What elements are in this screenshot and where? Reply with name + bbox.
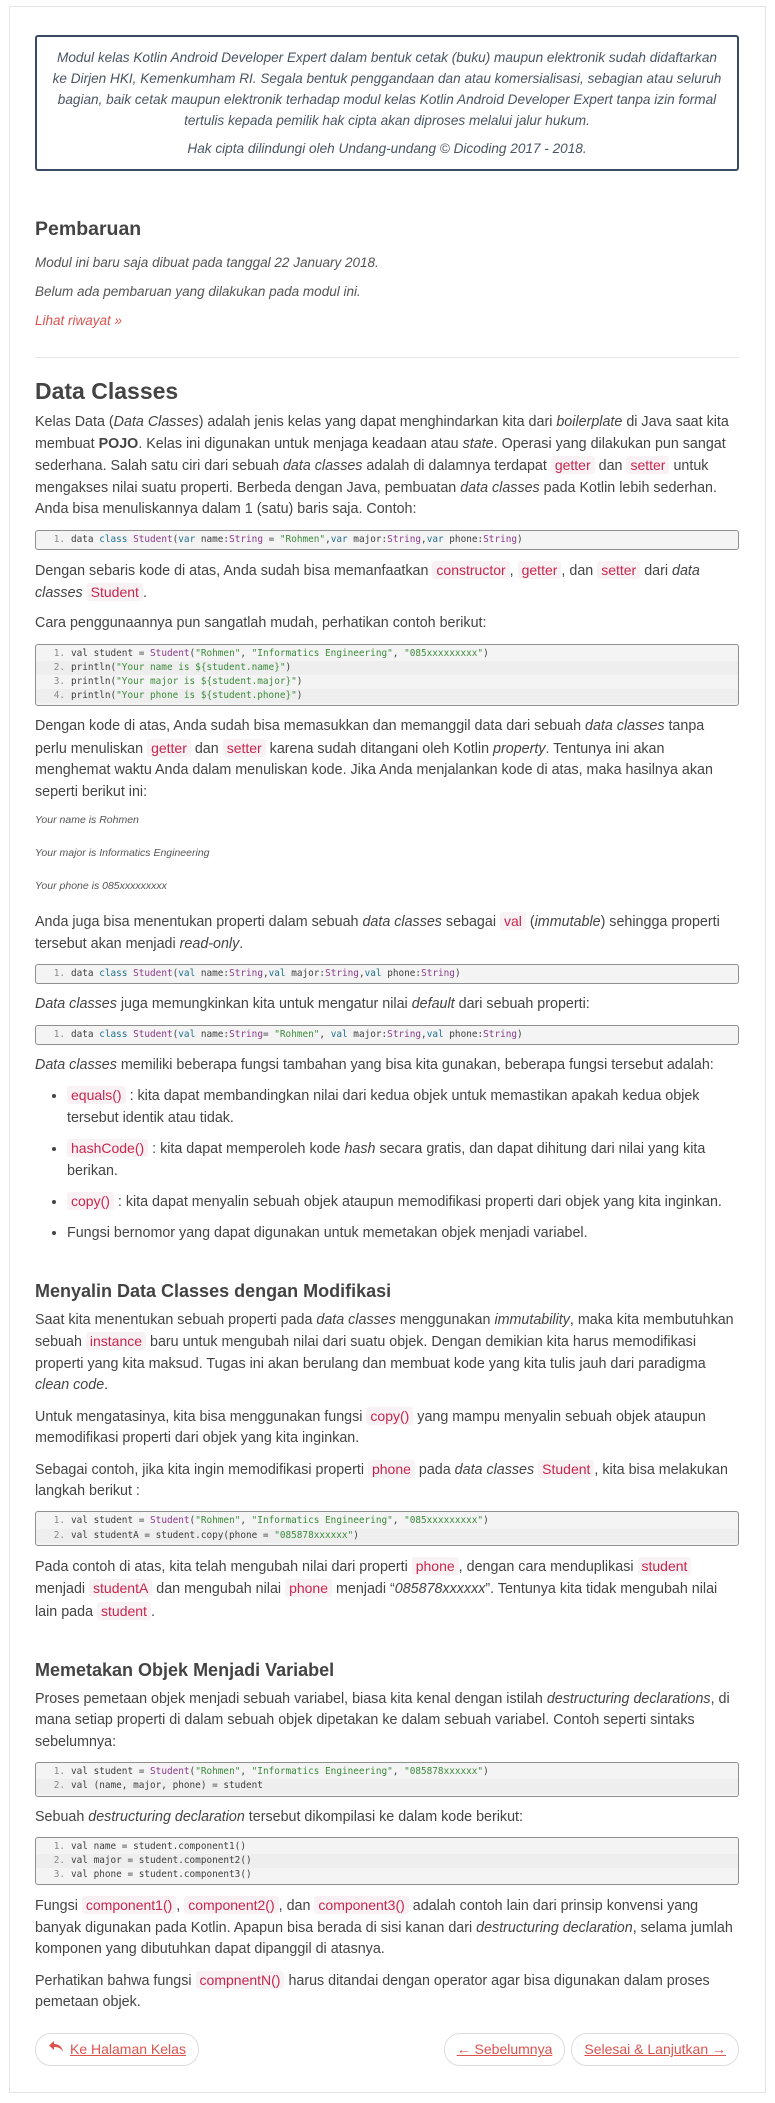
history-link[interactable]: Lihat riwayat »: [35, 313, 122, 328]
line-number: 1.: [53, 647, 65, 659]
code-line: 3. val phone = student.component3(): [36, 1868, 738, 1882]
code-block: 1. val name = student.component1() 2. val m…: [35, 1836, 739, 1886]
code-block: 1. val student = Student("Rohmen", "Infor…: [35, 1511, 739, 1546]
code-block: 1. val student = Student("Rohmen", "Infor…: [35, 1762, 739, 1797]
paragraph: Data classes juga memungkinkan kita untu…: [35, 996, 590, 1013]
code-line: 2. val (name, major, phone) = student: [36, 1779, 738, 1794]
module-navigation: Ke Halaman Kelas ← Sebelumnya Selesai & …: [35, 2033, 739, 2067]
paragraph: Sebuah destructuring declaration tersebu…: [35, 1808, 523, 1825]
code-text: data class Student(val name:String= "Roh…: [71, 1028, 523, 1040]
paragraph: Anda juga bisa menentukan properti dalam…: [35, 912, 720, 952]
code-text: val major = student.component2(): [71, 1855, 252, 1867]
code-text: println("Your name is ${student.name}"): [71, 662, 292, 674]
code-block: 1. data class Student(val name:String,val…: [35, 964, 739, 985]
code-text: println("Your major is ${student.major}"…: [71, 676, 303, 688]
line-number: 3.: [53, 1869, 65, 1881]
back-to-class-label: Ke Halaman Kelas: [70, 2041, 186, 2058]
code-line: 1. val name = student.component1(): [36, 1840, 738, 1854]
finish-continue-button[interactable]: Selesai & Lanjutkan →: [571, 2033, 739, 2067]
output-line: Your major is Informatics Engineering: [35, 846, 210, 859]
code-line: 1. val student = Student("Rohmen", "Infor…: [36, 1514, 738, 1528]
code-text: val student = Student("Rohmen", "Informa…: [71, 1766, 489, 1778]
update-heading: Pembaruan: [35, 218, 142, 241]
line-number: 1.: [53, 1515, 65, 1527]
paragraph: Pada contoh di atas, kita telah mengubah…: [35, 1556, 718, 1620]
output-line: Your name is Rohmen: [35, 814, 139, 827]
back-to-class-button[interactable]: Ke Halaman Kelas: [35, 2033, 199, 2067]
update-created: Modul ini baru saja dibuat pada tanggal …: [35, 254, 379, 270]
code-block: 1. data class Student(val name:String= "R…: [35, 1024, 739, 1045]
code-line: 1. val student = Student("Rohmen", "Infor…: [36, 1765, 738, 1779]
paragraph: Dengan sebaris kode di atas, Anda sudah …: [35, 560, 700, 602]
line-number: 4.: [53, 690, 65, 702]
paragraph: Dengan kode di atas, Anda sudah bisa mem…: [35, 718, 713, 800]
line-number: 3.: [53, 676, 65, 688]
code-line: 3. println("Your major is ${student.major…: [36, 675, 738, 689]
code-text: println("Your phone is ${student.phone}"…: [71, 690, 303, 702]
notice-text: Modul kelas Kotlin Android Developer Exp…: [52, 50, 722, 129]
line-number: 1.: [53, 533, 65, 545]
code-line: 2. val studentA = student.copy(phone = "0…: [36, 1528, 738, 1543]
paragraph: Fungsi component1(), component2(), dan c…: [35, 1896, 733, 1958]
code-text: val (name, major, phone) = student: [71, 1780, 263, 1792]
line-number: 1.: [53, 1028, 65, 1040]
paragraph: Sebagai contoh, jika kita ingin memodifi…: [35, 1459, 728, 1500]
line-number: 2.: [53, 662, 65, 674]
code-text: val phone = student.component3(): [71, 1869, 252, 1881]
line-number: 1.: [53, 1766, 65, 1778]
list-item: Fungsi bernomor yang dapat digunakan unt…: [67, 1223, 739, 1244]
intro-paragraph: Kelas Data (Data Classes) adalah jenis k…: [35, 414, 729, 518]
output-line: Your phone is 085xxxxxxxxx: [35, 879, 167, 892]
code-text: val student = Student("Rohmen", "Informa…: [71, 647, 489, 659]
return-arrow-icon: [48, 2039, 64, 2060]
code-text: data class Student(val name:String,val m…: [71, 968, 461, 980]
line-number: 2.: [53, 1780, 65, 1792]
line-number: 2.: [53, 1855, 65, 1867]
code-line: 2. println("Your name is ${student.name}"…: [36, 661, 738, 676]
paragraph: Saat kita menentukan sebuah properti pad…: [35, 1311, 734, 1394]
previous-button[interactable]: ← Sebelumnya: [443, 2033, 566, 2067]
line-number: 1.: [53, 968, 65, 980]
code-line: 1. val student = Student("Rohmen", "Infor…: [36, 647, 738, 661]
code-line: 4. println("Your phone is ${student.phone…: [36, 689, 738, 704]
update-none: Belum ada pembaruan yang dilakukan pada …: [35, 283, 361, 299]
list-item: hashCode() : kita dapat memperoleh kode …: [67, 1138, 739, 1182]
paragraph: Cara penggunaannya pun sangatlah mudah, …: [35, 615, 487, 632]
code-text: val student = Student("Rohmen", "Informa…: [71, 1515, 489, 1527]
code-line: 2. val major = student.component2(): [36, 1854, 738, 1869]
paragraph: Proses pemetaan objek menjadi sebuah var…: [35, 1690, 730, 1750]
code-text: val studentA = student.copy(phone = "085…: [71, 1529, 359, 1541]
code-line: 1. data class Student(val name:String,val…: [36, 967, 738, 981]
page: Modul kelas Kotlin Android Developer Exp…: [0, 6, 775, 2094]
notice-copyright: Hak cipta dilindungi oleh Undang-undang …: [187, 141, 587, 157]
section-heading: Memetakan Objek Menjadi Variabel: [35, 1659, 335, 1680]
code-line: 1. data class Student(val name:String= "R…: [36, 1028, 738, 1042]
code-text: val name = student.component1(): [71, 1840, 246, 1852]
paragraph: Untuk mengatasinya, kita bisa menggunaka…: [35, 1406, 706, 1447]
pager: ← Sebelumnya Selesai & Lanjutkan →: [443, 2033, 739, 2067]
code-block: 1. data class Student(var name:String = "…: [35, 529, 739, 550]
module-card: Modul kelas Kotlin Android Developer Exp…: [9, 6, 766, 2094]
code-text: data class Student(var name:String = "Ro…: [71, 533, 523, 545]
divider: [35, 356, 739, 358]
list-item: equals() : kita dapat membandingkan nila…: [67, 1085, 739, 1129]
code-block: 1. val student = Student("Rohmen", "Infor…: [35, 643, 739, 707]
copyright-notice: Modul kelas Kotlin Android Developer Exp…: [35, 35, 739, 172]
page-title: Data Classes: [35, 377, 179, 404]
code-line: 1. data class Student(var name:String = "…: [36, 533, 738, 547]
line-number: 1.: [53, 1840, 65, 1852]
paragraph: Perhatikan bahwa fungsi compnentN() haru…: [35, 1970, 710, 2011]
line-number: 2.: [53, 1529, 65, 1541]
paragraph: Data classes memiliki beberapa fungsi ta…: [35, 1056, 714, 1073]
section-heading: Menyalin Data Classes dengan Modifikasi: [35, 1280, 392, 1301]
list-item: copy() : kita dapat menyalin sebuah obje…: [67, 1191, 739, 1213]
function-list: equals() : kita dapat membandingkan nila…: [67, 1085, 739, 1244]
